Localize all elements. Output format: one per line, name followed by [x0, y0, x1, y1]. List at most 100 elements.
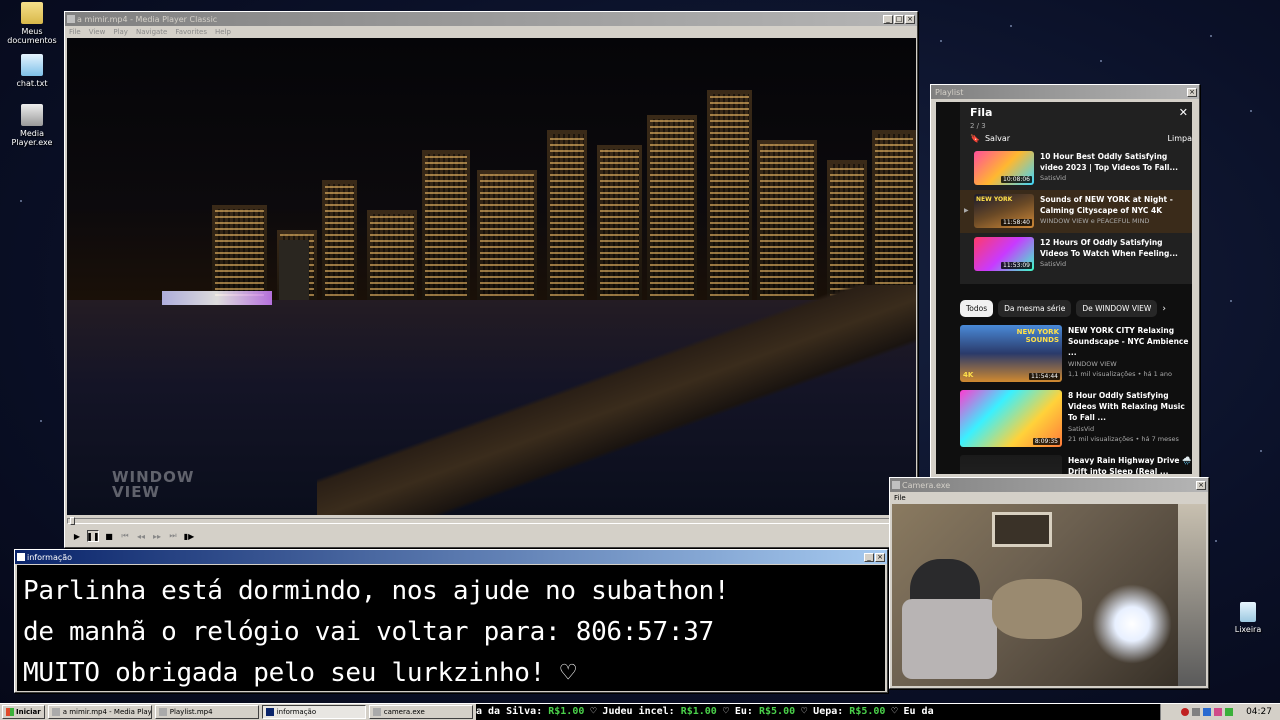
queue-item[interactable]: 10:08:06 10 Hour Best Oddly Satisfying v… [960, 147, 1192, 190]
seek-bar[interactable] [67, 517, 916, 525]
desktop-icon-label: chat.txt [16, 79, 48, 88]
menu-file[interactable]: File [894, 494, 906, 502]
minimize-button[interactable]: _ [864, 552, 874, 562]
close-button[interactable]: × [1187, 87, 1197, 97]
info-line-1: Parlinha está dormindo, nos ajude no sub… [23, 576, 730, 606]
duration-badge: 11:58:40 [1001, 219, 1032, 226]
watermark-line2: VIEW [112, 483, 160, 501]
media-player-titlebar[interactable]: a mimir.mp4 - Media Player Classic _ □ × [65, 12, 917, 26]
previous-button[interactable]: ⏮ [119, 530, 131, 542]
video-stats: 21 mil visualizações • há 7 meses [1068, 435, 1179, 443]
window-title: Playlist [935, 87, 964, 97]
window-frame [992, 512, 1052, 547]
ticker-text: ♡ Judeu incel: [584, 706, 681, 717]
tray-app-icon[interactable] [1214, 708, 1223, 716]
camera-window[interactable]: Camera.exe × File [889, 477, 1209, 689]
chevron-right-icon[interactable]: › [1162, 304, 1166, 314]
chip-channel[interactable]: De WINDOW VIEW [1076, 300, 1158, 317]
close-button[interactable]: × [905, 14, 915, 24]
tray-app-icon[interactable] [1225, 708, 1234, 716]
rewind-button[interactable]: ◂◂ [135, 530, 147, 542]
recommended-item[interactable]: Heavy Rain Highway Drive 🌧️ Drift into S… [960, 455, 1192, 474]
close-icon[interactable]: ✕ [1179, 106, 1188, 119]
seek-thumb[interactable] [70, 517, 75, 525]
maximize-button[interactable]: □ [894, 14, 904, 24]
channel-name: WINDOW VIEW e PEACEFUL MIND [1040, 217, 1150, 225]
menu-favorites[interactable]: Favorites [175, 28, 207, 36]
menu-help[interactable]: Help [215, 28, 231, 36]
menu-file[interactable]: File [69, 28, 81, 36]
video-thumbnail [960, 455, 1062, 474]
camera-titlebar[interactable]: Camera.exe × [890, 478, 1208, 492]
fast-forward-button[interactable]: ▸▸ [151, 530, 163, 542]
tray-app-icon[interactable] [1203, 708, 1212, 716]
taskbar-item-camera[interactable]: camera.exe [368, 705, 473, 719]
tray-app-icon[interactable] [1181, 708, 1190, 716]
media-player-icon [51, 708, 60, 716]
start-button[interactable]: Iniciar [2, 705, 45, 719]
chip-same-series[interactable]: Da mesma série [998, 300, 1072, 317]
queue-item-current[interactable]: ▶ NEW YORK 11:58:40 Sounds of NEW YORK a… [960, 190, 1192, 233]
video-frame[interactable]: WINDOW VIEW [67, 38, 916, 515]
video-stats: 1,1 mil visualizações • há 1 ano [1068, 370, 1172, 378]
minimize-button[interactable]: _ [883, 14, 893, 24]
ticker-amount: R$1.00 [680, 706, 717, 717]
clock[interactable]: 04:27 [1246, 707, 1272, 717]
recommended-item[interactable]: 8:09:35 8 Hour Oddly Satisfying Videos W… [960, 390, 1192, 447]
info-line-3: MUITO obrigada pelo seu lurkzinho! ♡ [23, 658, 576, 688]
folder-icon [21, 2, 43, 24]
video-thumbnail: 10:08:06 [974, 151, 1034, 185]
channel-name: WINDOW VIEW [1068, 360, 1117, 368]
pause-button[interactable]: ❚❚ [86, 530, 100, 542]
ticker-text: ♡ Eu da [885, 706, 934, 717]
windows-logo-icon [6, 708, 14, 716]
taskbar-item-playlist[interactable]: Playlist.mp4 [154, 705, 259, 719]
menu-play[interactable]: Play [113, 28, 128, 36]
desktop-icon-documents[interactable]: Meus documentos [0, 2, 64, 45]
media-player-window[interactable]: a mimir.mp4 - Media Player Classic _ □ ×… [64, 11, 918, 548]
desktop-icon-label: Lixeira [1234, 625, 1262, 634]
menu-view[interactable]: View [89, 28, 106, 36]
taskbar-item-label: a mimir.mp4 - Media Playe... [62, 708, 152, 716]
menu-navigate[interactable]: Navigate [136, 28, 167, 36]
media-player-app-icon [67, 15, 75, 23]
play-button[interactable]: ▶ [71, 530, 83, 542]
desktop-icon-label: Meus documentos [7, 27, 57, 45]
playlist-window[interactable]: Playlist × Fila 2 / 3 🔖 Salvar Limpa ✕ 1… [930, 84, 1200, 479]
camera-icon [372, 708, 381, 716]
playlist-icon [158, 708, 167, 716]
desktop-icon-media-player[interactable]: Media Player.exe [0, 104, 64, 147]
close-button[interactable]: × [1196, 480, 1206, 490]
chip-all[interactable]: Todos [960, 300, 994, 317]
thumbnail-text: NEW YORK SOUNDS [1016, 328, 1059, 344]
media-player-icon [21, 104, 43, 126]
video-title: 12 Hours Of Oddly Satisfying Videos To W… [1040, 238, 1178, 258]
thumbnail-text: NEW YORK [976, 196, 1013, 203]
bookmark-icon[interactable]: 🔖 [970, 134, 980, 143]
close-button[interactable]: × [875, 552, 885, 562]
video-thumbnail: 11:53:09 [974, 237, 1034, 271]
save-button[interactable]: Salvar [985, 134, 1010, 143]
desktop-icon-recycle-bin[interactable]: Lixeira [1216, 602, 1280, 634]
next-button[interactable]: ⏭ [167, 530, 179, 542]
info-window[interactable]: informação _ × Parlinha está dormindo, n… [14, 549, 888, 693]
camera-app-icon [892, 481, 900, 489]
taskbar-item-media-player[interactable]: a mimir.mp4 - Media Playe... [47, 705, 152, 719]
video-watermark: WINDOW VIEW [112, 470, 194, 500]
queue-item[interactable]: 11:53:09 12 Hours Of Oddly Satisfying Vi… [960, 233, 1192, 276]
desktop-icon-chat[interactable]: chat.txt [0, 54, 64, 88]
video-title: 8 Hour Oddly Satisfying Videos With Rela… [1068, 391, 1185, 422]
frame-step-button[interactable]: ▮▶ [183, 530, 195, 542]
recommended-item[interactable]: NEW YORK SOUNDS 4K 11:54:44 NEW YORK CIT… [960, 325, 1192, 382]
clear-button[interactable]: Limpa [1168, 134, 1192, 143]
info-titlebar[interactable]: informação _ × [15, 550, 887, 564]
queue-title: Fila [970, 106, 993, 119]
tray-app-icon[interactable] [1192, 708, 1201, 716]
video-title: NEW YORK CITY Relaxing Soundscape - NYC … [1068, 326, 1189, 357]
playlist-titlebar[interactable]: Playlist × [931, 85, 1199, 99]
queue-panel: Fila 2 / 3 🔖 Salvar Limpa ✕ 10:08:06 10 … [960, 102, 1192, 284]
stop-button[interactable]: ■ [103, 530, 115, 542]
taskbar-item-info[interactable]: informação [261, 705, 366, 719]
shelf [1178, 504, 1206, 686]
video-title: 10 Hour Best Oddly Satisfying video 2023… [1040, 152, 1179, 172]
